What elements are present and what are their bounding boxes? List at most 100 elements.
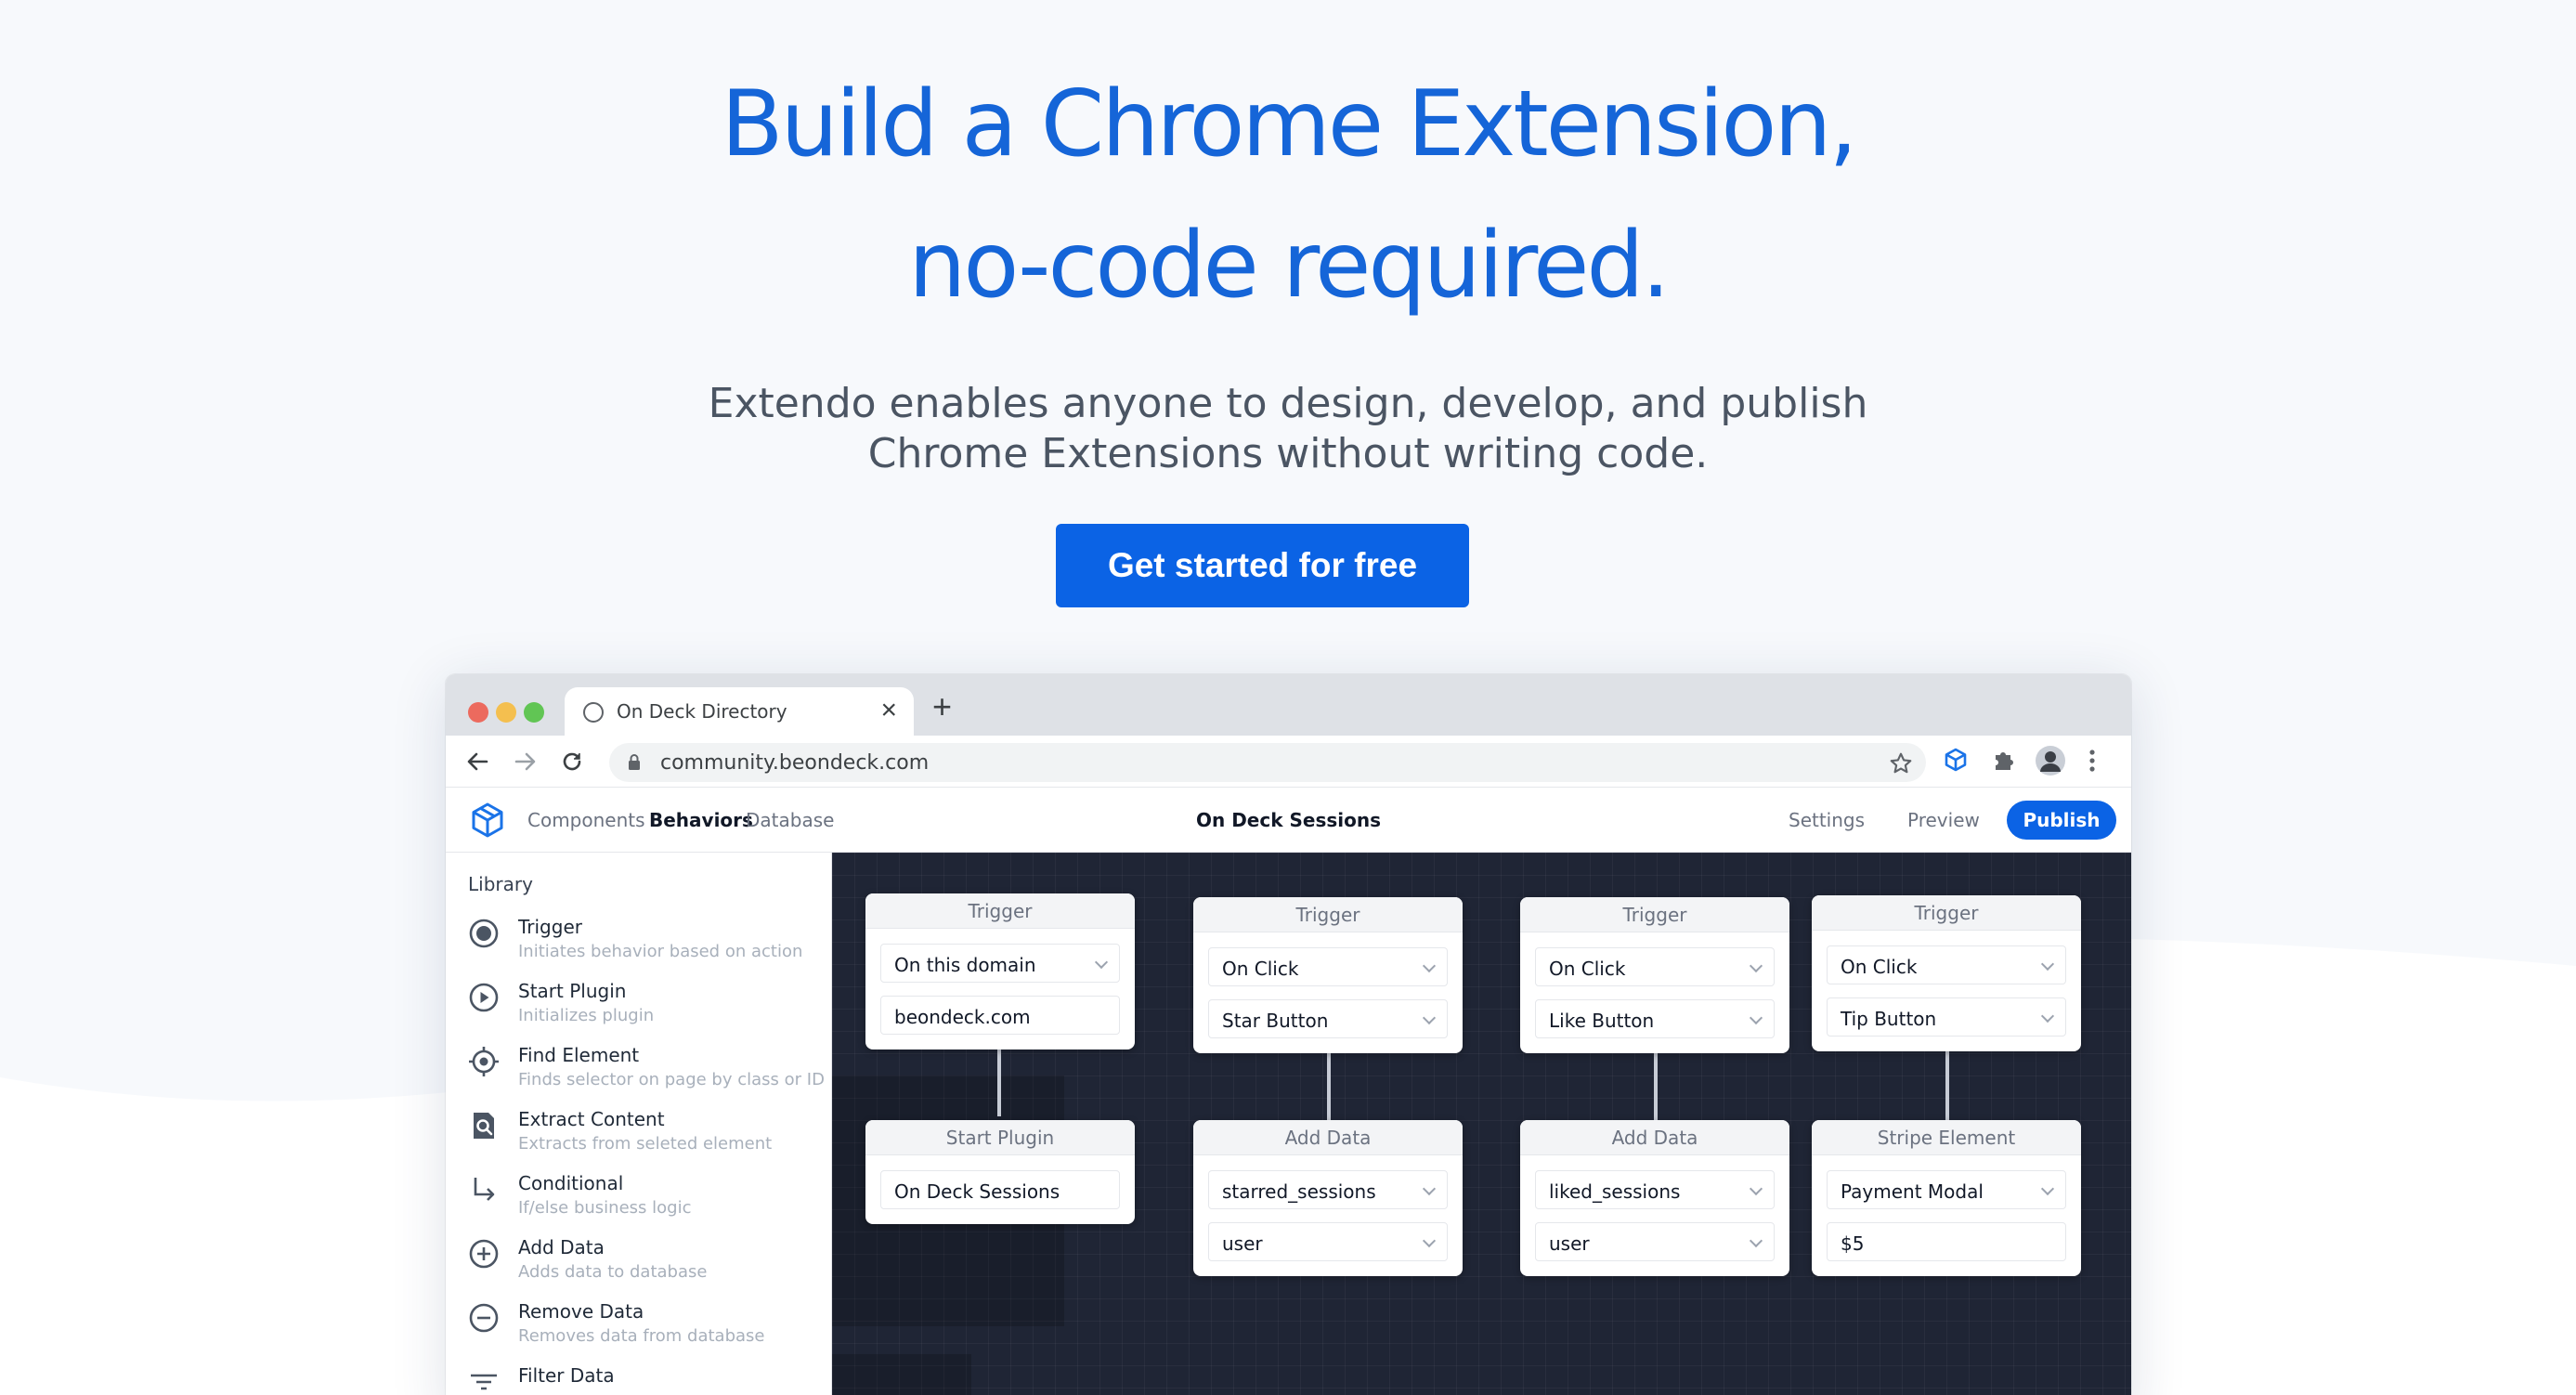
chevron-down-icon [1749, 958, 1763, 973]
library-item-name: Filter Data [518, 1364, 615, 1387]
field-value: On Click [1841, 956, 1918, 978]
tab-close-icon[interactable]: × [880, 695, 897, 726]
puzzle-icon[interactable] [1991, 748, 2017, 774]
browser-tab[interactable]: On Deck Directory × [565, 687, 914, 736]
field-value: On Click [1222, 958, 1299, 980]
library-item-name: Conditional [518, 1172, 624, 1194]
card-header: Stripe Element [1812, 1120, 2081, 1155]
chevron-down-icon [1094, 955, 1109, 970]
tab-favicon-icon [583, 702, 604, 723]
library-item-desc: If/else business logic [518, 1198, 692, 1218]
library-title: Library [468, 873, 533, 895]
browser-tab-bar: On Deck Directory × + [446, 674, 2131, 736]
window-maximize-dot[interactable] [524, 702, 544, 723]
library-item-conditional[interactable]: Conditional If/else business logic [468, 1170, 830, 1228]
subtitle-line-1: Extendo enables anyone to design, develo… [708, 380, 1868, 427]
library-item-desc: Finds selector on page by class or ID [518, 1070, 825, 1089]
plugin-name-input[interactable]: On Deck Sessions [880, 1170, 1120, 1209]
stripe-element-card[interactable]: Stripe Element Payment Modal $5 [1812, 1120, 2081, 1276]
kebab-menu-icon[interactable] [2088, 748, 2097, 774]
chevron-down-icon [1422, 1181, 1437, 1196]
library-item-desc: Extracts from seleted element [518, 1134, 773, 1154]
library-item-desc: Initiates behavior based on action [518, 942, 803, 961]
settings-link[interactable]: Settings [1789, 809, 1865, 831]
chevron-down-icon [2040, 1009, 2055, 1023]
library-item-start-plugin[interactable]: Start Plugin Initializes plugin [468, 978, 830, 1036]
trigger-type-select[interactable]: On Click [1827, 945, 2066, 984]
flow-connector [997, 1048, 1001, 1116]
library-sidebar: Library Trigger Initiates behavior based… [446, 853, 832, 1395]
add-data-card[interactable]: Add Data liked_sessions user [1520, 1120, 1789, 1276]
chevron-down-icon [1422, 958, 1437, 973]
element-select[interactable]: Like Button [1535, 999, 1775, 1038]
play-circle-icon [469, 983, 499, 1012]
preview-link[interactable]: Preview [1907, 809, 1980, 831]
star-icon[interactable] [1889, 751, 1913, 776]
browser-address-bar: community.beondeck.com [446, 736, 2131, 788]
trigger-type-select[interactable]: On this domain [880, 944, 1120, 983]
field-value: user [1222, 1232, 1263, 1255]
start-plugin-card[interactable]: Start Plugin On Deck Sessions [865, 1120, 1135, 1224]
target-circle-icon [469, 919, 499, 948]
faded-page-image [832, 1354, 971, 1395]
field-value: Like Button [1549, 1010, 1655, 1032]
amount-input[interactable]: $5 [1827, 1222, 2066, 1261]
element-select[interactable]: Tip Button [1827, 997, 2066, 1036]
stripe-component-select[interactable]: Payment Modal [1827, 1170, 2066, 1209]
forward-icon[interactable] [513, 749, 539, 775]
get-started-button[interactable]: Get started for free [1056, 524, 1469, 607]
library-item-name: Remove Data [518, 1300, 644, 1323]
reload-icon[interactable] [559, 749, 585, 775]
behavior-canvas[interactable]: Trigger On this domain beondeck.com Star… [832, 853, 2131, 1395]
flow-connector [1654, 1051, 1658, 1120]
card-header: Start Plugin [865, 1120, 1135, 1155]
collection-select[interactable]: starred_sessions [1208, 1170, 1448, 1209]
trigger-card[interactable]: Trigger On Click Like Button [1520, 897, 1789, 1053]
trigger-card[interactable]: Trigger On Click Tip Button [1812, 895, 2081, 1051]
flow-connector [1945, 1050, 1949, 1120]
chevron-down-icon [1749, 1010, 1763, 1025]
back-icon[interactable] [464, 749, 490, 775]
element-select[interactable]: Star Button [1208, 999, 1448, 1038]
extendo-extension-icon[interactable] [1943, 748, 1969, 774]
library-item-name: Start Plugin [518, 980, 627, 1002]
profile-avatar[interactable] [2036, 746, 2065, 776]
window-minimize-dot[interactable] [496, 702, 516, 723]
library-item-remove-data[interactable]: Remove Data Removes data from database [468, 1298, 830, 1356]
library-item-name: Add Data [518, 1236, 605, 1258]
field-value: starred_sessions [1222, 1180, 1376, 1203]
headline-line-2: no-code required. [908, 213, 1671, 319]
library-item-name: Find Element [518, 1044, 640, 1066]
subtitle-line-2: Chrome Extensions without writing code. [867, 430, 1709, 477]
publish-button[interactable]: Publish [2007, 801, 2116, 840]
library-item-add-data[interactable]: Add Data Adds data to database [468, 1234, 830, 1292]
library-item-trigger[interactable]: Trigger Initiates behavior based on acti… [468, 914, 830, 971]
trigger-card[interactable]: Trigger On this domain beondeck.com [865, 893, 1135, 1050]
add-data-card[interactable]: Add Data starred_sessions user [1193, 1120, 1463, 1276]
domain-input[interactable]: beondeck.com [880, 996, 1120, 1035]
browser-window: On Deck Directory × + community.beondeck… [446, 674, 2131, 1395]
field-value: $5 [1841, 1232, 1865, 1255]
omnibox[interactable]: community.beondeck.com [609, 743, 1926, 782]
field-value: Star Button [1222, 1010, 1329, 1032]
collection-select[interactable]: liked_sessions [1535, 1170, 1775, 1209]
corner-arrow-icon [474, 1178, 495, 1201]
document-search-icon [474, 1113, 494, 1139]
window-close-dot[interactable] [468, 702, 488, 723]
library-item-find-element[interactable]: Find Element Finds selector on page by c… [468, 1042, 830, 1100]
owner-select[interactable]: user [1208, 1222, 1448, 1261]
app-project-title: On Deck Sessions [1195, 809, 1381, 831]
field-value: beondeck.com [894, 1006, 1031, 1028]
owner-select[interactable]: user [1535, 1222, 1775, 1261]
trigger-type-select[interactable]: On Click [1535, 947, 1775, 986]
chevron-down-icon [1422, 1010, 1437, 1025]
minus-circle-icon [469, 1303, 499, 1333]
new-tab-icon[interactable]: + [932, 687, 952, 726]
library-item-name: Trigger [518, 916, 582, 938]
chevron-down-icon [1749, 1233, 1763, 1248]
card-header: Trigger [1520, 897, 1789, 932]
trigger-card[interactable]: Trigger On Click Star Button [1193, 897, 1463, 1053]
library-item-extract-content[interactable]: Extract Content Extracts from seleted el… [468, 1106, 830, 1164]
library-item-filter-data[interactable]: Filter Data [468, 1362, 830, 1395]
trigger-type-select[interactable]: On Click [1208, 947, 1448, 986]
